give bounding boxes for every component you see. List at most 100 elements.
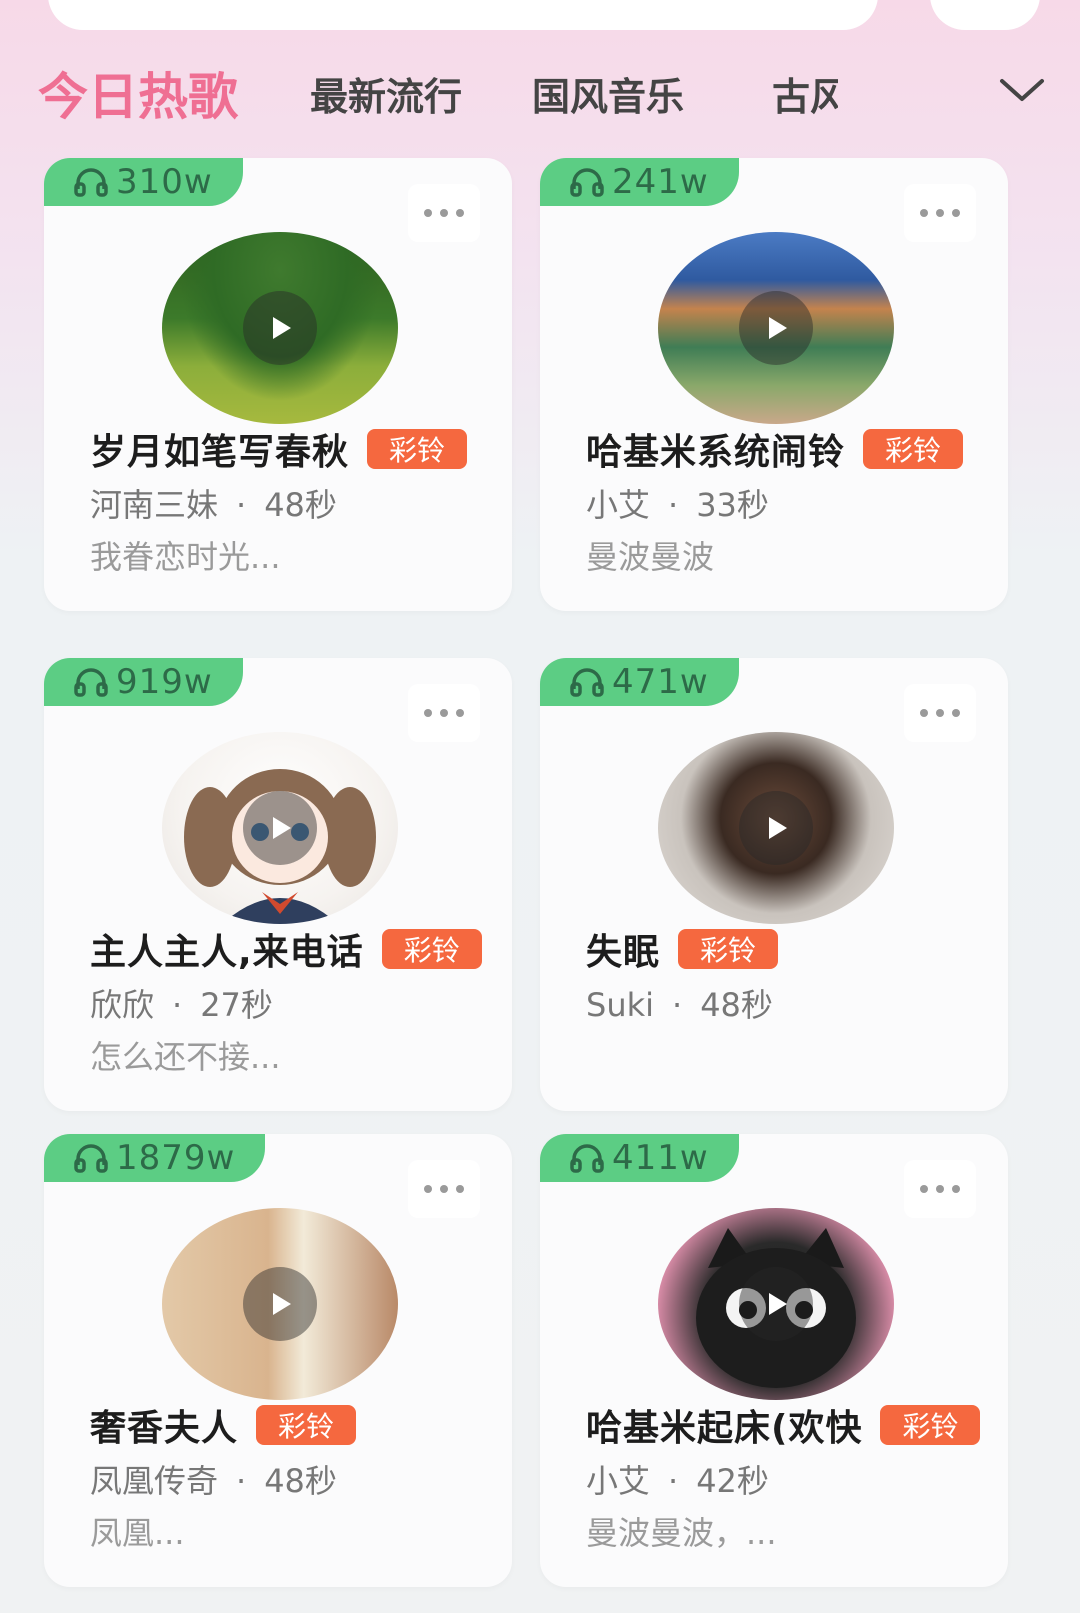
- search-bar[interactable]: [48, 0, 878, 30]
- song-meta: 小艾 · 42秒: [586, 1456, 769, 1502]
- song-card[interactable]: 471w 失眠 彩铃 Suki · 48秒: [540, 658, 1008, 1111]
- more-button[interactable]: [904, 684, 976, 742]
- artist-name: 凤凰传奇: [90, 1462, 219, 1500]
- play-count-badge: 411w: [540, 1134, 739, 1182]
- duration: 33秒: [696, 486, 769, 524]
- more-button[interactable]: [904, 184, 976, 242]
- song-card[interactable]: 1879w 奢香夫人 彩铃 凤凰传奇 · 48秒 凤凰...: [44, 1134, 512, 1587]
- more-button[interactable]: [408, 684, 480, 742]
- cover-image[interactable]: [162, 732, 398, 924]
- tab-latest-pop[interactable]: 最新流行: [310, 66, 462, 121]
- lyric-snippet: 曼波曼波: [586, 538, 715, 576]
- headphones-icon: [570, 668, 604, 697]
- lyric-snippet: 凤凰...: [90, 1514, 185, 1552]
- play-icon: [769, 817, 787, 839]
- song-title[interactable]: 岁月如笔写春秋: [90, 426, 349, 472]
- play-count-badge: 919w: [44, 658, 243, 706]
- song-meta: 欣欣 · 27秒: [90, 980, 273, 1026]
- play-button[interactable]: [243, 791, 317, 865]
- ringtone-badge[interactable]: 彩铃: [381, 929, 482, 969]
- duration: 48秒: [264, 486, 337, 524]
- lyric-snippet: 怎么还不接...: [90, 1038, 281, 1076]
- play-count: 919w: [116, 662, 213, 702]
- play-count-badge: 310w: [44, 158, 243, 206]
- play-icon: [273, 817, 291, 839]
- artist-name: 欣欣: [90, 986, 155, 1024]
- more-button[interactable]: [408, 1160, 480, 1218]
- more-dots-icon: [424, 1185, 432, 1193]
- title-row: 奢香夫人 彩铃: [90, 1402, 512, 1448]
- more-dots-icon: [920, 709, 928, 717]
- headphones-icon: [74, 168, 108, 197]
- more-button[interactable]: [904, 1160, 976, 1218]
- duration: 48秒: [264, 1462, 337, 1500]
- play-icon: [273, 317, 291, 339]
- meta-separator: ·: [236, 486, 247, 524]
- tab-guofeng-music[interactable]: 国风音乐: [532, 66, 684, 121]
- duration: 48秒: [700, 986, 773, 1024]
- song-card[interactable]: 919w 主人主人,来电话 彩铃 欣欣 · 27秒 怎么还不接...: [44, 658, 512, 1111]
- ringtone-badge[interactable]: 彩铃: [863, 429, 964, 469]
- play-button[interactable]: [739, 291, 813, 365]
- tab-gufeng[interactable]: 古风: [772, 66, 838, 121]
- song-meta: 凤凰传奇 · 48秒: [90, 1456, 337, 1502]
- song-title[interactable]: 哈基米系统闹铃: [586, 426, 845, 472]
- more-dots-icon: [424, 709, 432, 717]
- cover-image[interactable]: [162, 232, 398, 424]
- play-count-badge: 471w: [540, 658, 739, 706]
- song-meta: Suki · 48秒: [586, 980, 773, 1026]
- song-title[interactable]: 失眠: [586, 926, 660, 972]
- play-icon: [769, 317, 787, 339]
- song-meta: 河南三妹 · 48秒: [90, 480, 337, 526]
- more-dots-icon: [424, 209, 432, 217]
- artist-name: 河南三妹: [90, 486, 219, 524]
- ringtone-badge[interactable]: 彩铃: [880, 1405, 981, 1445]
- play-count-badge: 1879w: [44, 1134, 266, 1182]
- play-count: 411w: [612, 1138, 709, 1178]
- song-meta: 小艾 · 33秒: [586, 480, 769, 526]
- play-count: 471w: [612, 662, 709, 702]
- ringtone-badge[interactable]: 彩铃: [256, 1405, 357, 1445]
- artist-name: Suki: [586, 986, 655, 1024]
- play-button[interactable]: [739, 791, 813, 865]
- tab-today-hot[interactable]: 今日热歌: [38, 58, 238, 128]
- more-dots-icon: [920, 1185, 928, 1193]
- ringtone-badge[interactable]: 彩铃: [367, 429, 468, 469]
- meta-separator: ·: [668, 1462, 679, 1500]
- cover-image[interactable]: [658, 1208, 894, 1400]
- song-card[interactable]: 241w 哈基米系统闹铃 彩铃 小艾 · 33秒 曼波曼波: [540, 158, 1008, 611]
- song-title[interactable]: 奢香夫人: [90, 1402, 238, 1448]
- play-button[interactable]: [243, 1267, 317, 1341]
- cover-image[interactable]: [658, 232, 894, 424]
- headphones-icon: [74, 1144, 108, 1173]
- top-action-button[interactable]: [930, 0, 1040, 30]
- play-icon: [769, 1293, 787, 1315]
- song-title[interactable]: 哈基米起床(欢快: [586, 1402, 862, 1448]
- title-row: 失眠 彩铃: [586, 926, 1008, 972]
- category-tabs: 今日热歌 最新流行 国风音乐 古风: [38, 58, 1048, 128]
- artist-name: 小艾: [586, 486, 651, 524]
- more-dots-icon: [920, 209, 928, 217]
- cover-image[interactable]: [162, 1208, 398, 1400]
- play-icon: [273, 1293, 291, 1315]
- meta-separator: ·: [672, 986, 683, 1024]
- ringtone-badge[interactable]: 彩铃: [678, 929, 779, 969]
- play-count: 1879w: [116, 1138, 236, 1178]
- title-row: 岁月如笔写春秋 彩铃: [90, 426, 512, 472]
- duration: 27秒: [200, 986, 273, 1024]
- cover-image[interactable]: [658, 732, 894, 924]
- meta-separator: ·: [668, 486, 679, 524]
- song-title[interactable]: 主人主人,来电话: [90, 926, 364, 972]
- title-row: 哈基米系统闹铃 彩铃: [586, 426, 1008, 472]
- song-card[interactable]: 310w 岁月如笔写春秋 彩铃 河南三妹 · 48秒 我眷恋时光...: [44, 158, 512, 611]
- title-row: 哈基米起床(欢快 彩铃: [586, 1402, 1008, 1448]
- headphones-icon: [570, 168, 604, 197]
- play-button[interactable]: [243, 291, 317, 365]
- song-card[interactable]: 411w 哈基米起床(欢快 彩铃 小艾 · 42秒 曼波曼波，...: [540, 1134, 1008, 1587]
- tabs-expand-button[interactable]: [992, 70, 1052, 110]
- play-count: 310w: [116, 162, 213, 202]
- chevron-down-icon: [1000, 79, 1044, 101]
- play-count: 241w: [612, 162, 709, 202]
- play-button[interactable]: [739, 1267, 813, 1341]
- more-button[interactable]: [408, 184, 480, 242]
